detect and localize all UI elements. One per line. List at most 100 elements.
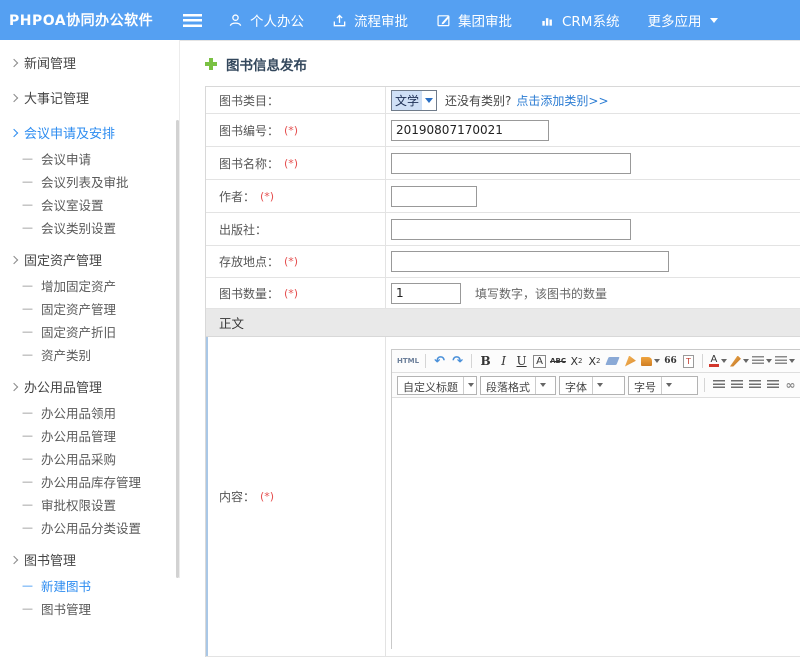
sidebar-group-office-supplies[interactable]: 办公用品管理 <box>0 372 179 401</box>
sidebar-item-book-mgmt[interactable]: — 图书管理 <box>0 597 179 620</box>
sidebar-label: 固定资产折旧 <box>41 322 116 341</box>
label-text: 内容： <box>219 488 255 505</box>
format-painter-icon[interactable] <box>641 353 660 370</box>
author-input[interactable] <box>391 186 477 207</box>
publisher-input[interactable] <box>391 219 631 240</box>
dash-icon: — <box>22 406 33 419</box>
field-value <box>386 246 800 277</box>
paste-text-icon[interactable]: T <box>681 353 696 370</box>
top-menu: 个人办公 流程审批 集团审批 CRM系统 更多应用 <box>228 10 718 30</box>
nav-personal-office[interactable]: 个人办公 <box>228 10 304 30</box>
nav-workflow-approval[interactable]: 流程审批 <box>332 10 408 30</box>
chevron-right-icon <box>10 555 18 563</box>
subscript-icon[interactable]: X2 <box>587 353 602 370</box>
sidebar-label: 办公用品库存管理 <box>41 472 141 491</box>
edit-square-icon <box>436 13 451 28</box>
sidebar-item-approval-permission-settings[interactable]: — 审批权限设置 <box>0 493 179 516</box>
main-content: 图书信息发布 图书类目： 文学 还没有类别? 点击添加类别>> 图书编号： (*… <box>180 40 800 578</box>
add-category-link[interactable]: 点击添加类别>> <box>516 92 608 109</box>
chevron-right-icon <box>10 255 18 263</box>
autotypeset-icon[interactable]: A <box>533 355 546 368</box>
superscript-icon[interactable]: X2 <box>569 353 584 370</box>
required-mark: (*) <box>260 190 274 203</box>
blockquote-icon[interactable]: 66 <box>663 353 678 370</box>
dash-icon: — <box>22 498 33 511</box>
nav-more-apps[interactable]: 更多应用 <box>647 10 718 30</box>
toolbar-separator <box>702 354 703 368</box>
dash-icon: — <box>22 325 33 338</box>
sidebar-item-supplies-inventory[interactable]: — 办公用品库存管理 <box>0 470 179 493</box>
book-name-input[interactable] <box>391 153 631 174</box>
sidebar-item-supplies-purchase[interactable]: — 办公用品采购 <box>0 447 179 470</box>
highlight-pen-icon[interactable] <box>730 353 749 370</box>
dash-icon: — <box>22 348 33 361</box>
sidebar-item-meeting-category-settings[interactable]: — 会议类别设置 <box>0 216 179 239</box>
dash-icon: — <box>22 452 33 465</box>
align-center-icon[interactable] <box>729 377 744 394</box>
sidebar-item-meeting-apply[interactable]: — 会议申请 <box>0 147 179 170</box>
field-label: 存放地点： (*) <box>206 246 386 277</box>
section-header-text: 正文 <box>219 313 244 332</box>
sidebar-item-meeting-list-approval[interactable]: — 会议列表及审批 <box>0 170 179 193</box>
label-text: 图书名称： <box>219 155 279 172</box>
format-brush-icon[interactable] <box>623 353 638 370</box>
sidebar-group-book-mgmt[interactable]: 图书管理 <box>0 545 179 574</box>
select-arrow-icon <box>535 377 548 394</box>
form-row-author: 作者： (*) <box>206 180 800 213</box>
font-color-icon[interactable]: A <box>709 353 727 370</box>
editor-toolbar-row1: HTML ↶ ↷ B I U A ABC X2 X2 <box>392 350 800 373</box>
sidebar-item-new-book[interactable]: — 新建图书 <box>0 574 179 597</box>
sidebar-item-meeting-room-settings[interactable]: — 会议室设置 <box>0 193 179 216</box>
align-right-icon[interactable] <box>747 377 762 394</box>
font-family-select[interactable]: 字体 <box>559 376 625 395</box>
sidebar-group-news-mgmt[interactable]: 新闻管理 <box>0 48 179 77</box>
strikethrough-icon[interactable]: ABC <box>550 353 566 370</box>
eraser-icon[interactable] <box>605 353 620 370</box>
html-source-icon[interactable]: HTML <box>397 353 419 370</box>
dash-icon: — <box>22 152 33 165</box>
sidebar-item-supplies-requisition[interactable]: — 办公用品领用 <box>0 401 179 424</box>
category-select[interactable]: 文学 <box>391 90 437 111</box>
paragraph-format-select[interactable]: 段落格式 <box>480 376 556 395</box>
sidebar-item-supplies-mgmt[interactable]: — 办公用品管理 <box>0 424 179 447</box>
underline-icon[interactable]: U <box>514 353 529 370</box>
unordered-list-icon[interactable] <box>775 353 795 370</box>
align-left-icon[interactable] <box>711 377 726 394</box>
sidebar-item-fixed-asset-depreciation[interactable]: — 固定资产折旧 <box>0 320 179 343</box>
sidebar-item-supplies-classification[interactable]: — 办公用品分类设置 <box>0 516 179 539</box>
link-icon[interactable]: ∞ <box>783 377 798 394</box>
book-form: 图书类目： 文学 还没有类别? 点击添加类别>> 图书编号： (*) <box>205 86 800 657</box>
sidebar-group-meeting-apply[interactable]: 会议申请及安排 <box>0 118 179 147</box>
location-input[interactable] <box>391 251 669 272</box>
sidebar-group-memorabilia-mgmt[interactable]: 大事记管理 <box>0 83 179 112</box>
sidebar-item-add-fixed-asset[interactable]: — 增加固定资产 <box>0 274 179 297</box>
sidebar-group-fixed-assets[interactable]: 固定资产管理 <box>0 245 179 274</box>
ordered-list-icon[interactable] <box>752 353 772 370</box>
page-title-text: 图书信息发布 <box>226 54 307 74</box>
label-text: 图书类目： <box>219 92 279 109</box>
editor-content-area[interactable] <box>392 398 800 649</box>
sidebar-scrollbar[interactable] <box>176 120 179 578</box>
top-navbar: PHPOA协同办公软件 个人办公 流程审批 集团审批 CRM系统 <box>0 0 800 40</box>
hamburger-menu-icon[interactable] <box>183 14 202 27</box>
nav-crm-system[interactable]: CRM系统 <box>540 10 619 30</box>
book-number-input[interactable] <box>391 120 549 141</box>
undo-icon[interactable]: ↶ <box>432 353 447 370</box>
sidebar-item-asset-category[interactable]: — 资产类别 <box>0 343 179 366</box>
align-justify-icon[interactable] <box>765 377 780 394</box>
font-size-select[interactable]: 字号 <box>628 376 698 395</box>
italic-icon[interactable]: I <box>496 353 511 370</box>
app-logo: PHPOA协同办公软件 <box>0 10 170 30</box>
redo-icon[interactable]: ↷ <box>450 353 465 370</box>
user-icon <box>228 13 243 28</box>
category-select-value: 文学 <box>392 91 422 110</box>
dash-icon: — <box>22 429 33 442</box>
nav-group-approval[interactable]: 集团审批 <box>436 10 512 30</box>
required-mark: (*) <box>284 255 298 268</box>
quantity-input[interactable] <box>391 283 461 304</box>
form-row-location: 存放地点： (*) <box>206 246 800 278</box>
bold-icon[interactable]: B <box>478 353 493 370</box>
sidebar-item-fixed-asset-mgmt[interactable]: — 固定资产管理 <box>0 297 179 320</box>
custom-title-select[interactable]: 自定义标题 <box>397 376 477 395</box>
form-row-content: 内容： (*) HTML ↶ ↷ B I U A ABC <box>206 337 800 657</box>
